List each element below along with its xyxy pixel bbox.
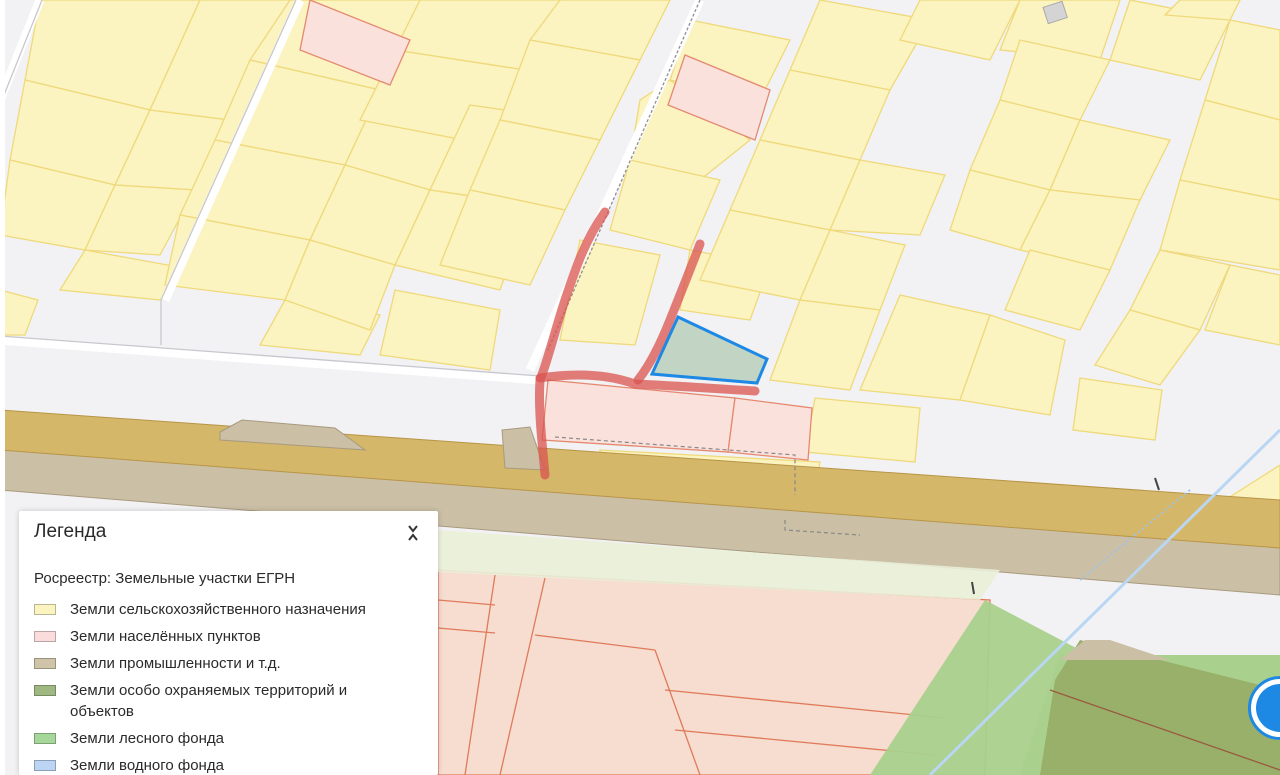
legend-swatch [34, 631, 56, 642]
legend-title: Легенда [34, 521, 107, 542]
chevron-collapse-icon [408, 525, 418, 541]
legend-item-forest: Земли лесного фонда [34, 728, 428, 749]
legend-item-settlements: Земли населённых пунктов [34, 626, 428, 647]
chat-icon [1256, 684, 1280, 732]
legend-item-protected: Земли особо охраняемых территорий и объе… [34, 680, 428, 722]
legend-swatch [34, 604, 56, 615]
legend-swatch [34, 760, 56, 771]
legend-list: Земли сельскохозяйственного назначения З… [34, 599, 428, 775]
legend-item-industry: Земли промышленности и т.д. [34, 653, 428, 674]
legend-item-label: Земли особо охраняемых территорий и объе… [70, 682, 348, 720]
legend-item-agricultural: Земли сельскохозяйственного назначения [34, 599, 428, 620]
legend-panel: Легенда Росреестр: Земельные участки ЕГР… [19, 511, 438, 775]
legend-collapse-button[interactable] [402, 519, 424, 547]
legend-item-label: Земли промышленности и т.д. [70, 655, 281, 672]
legend-swatch [34, 658, 56, 669]
legend-item-water: Земли водного фонда [34, 755, 428, 775]
legend-item-label: Земли сельскохозяйственного назначения [70, 601, 366, 618]
legend-item-label: Земли лесного фонда [70, 730, 224, 747]
legend-swatch [34, 685, 56, 696]
legend-swatch [34, 733, 56, 744]
left-edge-border [0, 0, 5, 775]
legend-item-label: Земли водного фонда [70, 757, 224, 774]
legend-subtitle: Росреестр: Земельные участки ЕГРН [34, 570, 296, 587]
legend-item-label: Земли населённых пунктов [70, 628, 261, 645]
